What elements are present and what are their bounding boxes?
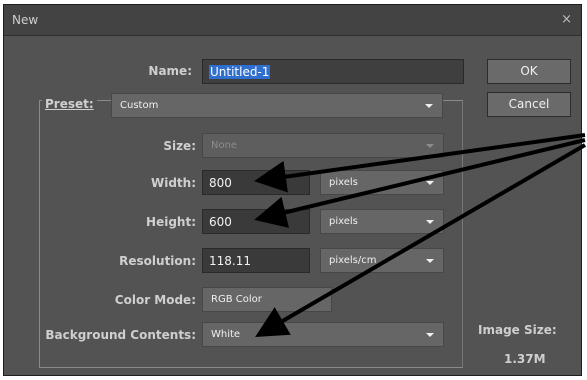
- annotation-arrows: [254, 133, 587, 338]
- screenshot-stage: New × Name: Untitled-1 OK Cancel Preset:…: [0, 0, 587, 380]
- arrow-to-height: [254, 138, 586, 228]
